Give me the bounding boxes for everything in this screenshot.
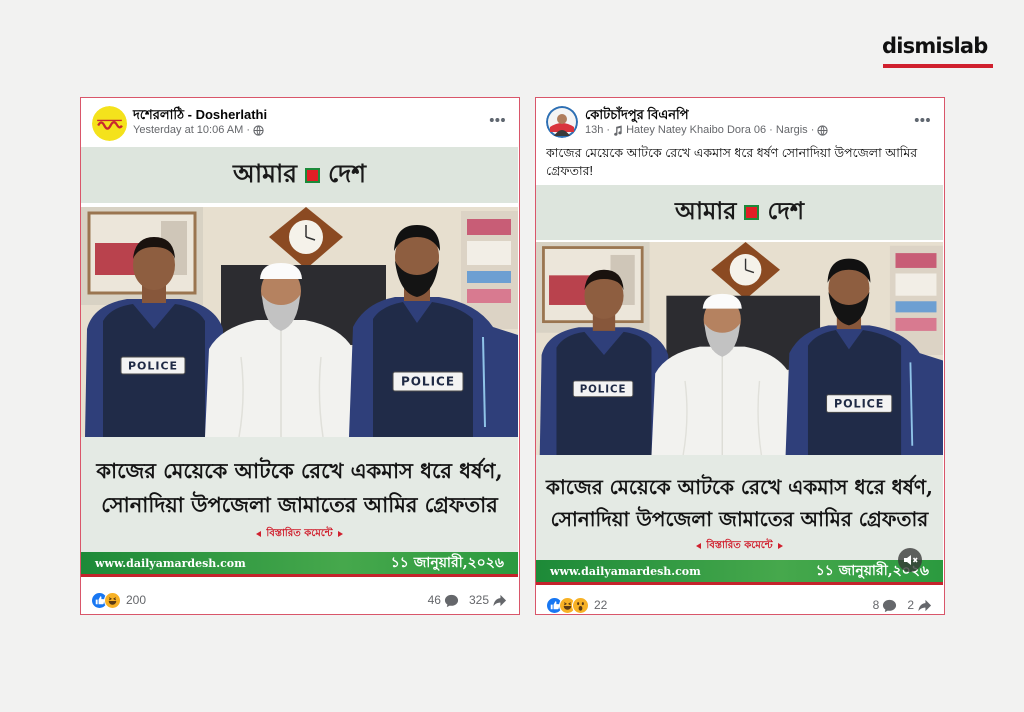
headline-line-1: কাজের মেয়েকে আটকে রেখে একমাস ধরে ধর্ষণ,: [96, 458, 503, 483]
news-caption: কাজের মেয়েকে আটকে রেখে একমাস ধরে ধর্ষণ,…: [536, 455, 943, 560]
headline-line-1: কাজের মেয়েকে আটকে রেখে একমাস ধরে ধর্ষণ,: [546, 475, 933, 499]
page-logo-icon: [92, 106, 127, 141]
post-timestamp[interactable]: 13h ·: [585, 124, 610, 136]
reaction-icons: [546, 596, 589, 614]
news-photo: POLICE POLICE: [81, 207, 518, 437]
post-footer: 22 8 2: [546, 594, 932, 614]
news-website: www.dailyamardesh.com: [550, 564, 701, 578]
comment-count[interactable]: 46: [428, 593, 459, 608]
more-options-icon[interactable]: [489, 118, 505, 122]
facebook-post-dosherlathi: দশেরলাঠি - Dosherlathi Yesterday at 10:0…: [80, 97, 520, 615]
share-count[interactable]: 325: [469, 593, 507, 608]
post-text: কাজের মেয়েকে আটকে রেখে একমাস ধরে ধর্ষণ …: [546, 146, 918, 178]
comment-icon: [883, 599, 897, 612]
logo-text: dismislab: [882, 34, 988, 58]
music-note-icon: [614, 124, 622, 136]
masthead-square-icon: [304, 167, 320, 183]
comment-icon: [444, 594, 459, 607]
comment-count[interactable]: 8: [873, 598, 898, 613]
newspaper-masthead: আমার দেশ: [81, 147, 518, 203]
police-patch-label: POLICE: [580, 385, 627, 396]
masthead-word-left: আমার: [674, 195, 737, 225]
logo-underline: [883, 64, 993, 68]
arrest-photo: POLICE POLICE: [81, 207, 518, 437]
engagement-stats: 8 2: [873, 598, 932, 613]
profile-photo-icon: [546, 106, 578, 138]
post-meta: Yesterday at 10:06 AM ·: [133, 124, 264, 136]
share-icon: [918, 599, 932, 611]
masthead-word-right: দেশ: [327, 158, 367, 188]
details-hint: বিস্তারিত কমেন্টে: [536, 539, 943, 553]
arrow-left-icon: [256, 531, 262, 537]
dismislab-logo: dismislab: [882, 34, 994, 70]
globe-icon: [253, 124, 264, 136]
facebook-post-kotchandpur-bnp: কোটচাঁদপুর বিএনপি 13h · Hatey Natey Khai…: [535, 97, 945, 615]
reactions-summary[interactable]: 22: [546, 596, 608, 614]
news-photo: POLICE POLICE: [536, 242, 943, 455]
post-audio-track[interactable]: Hatey Natey Khaibo Dora 06 · Nargis ·: [626, 124, 814, 136]
more-options-icon[interactable]: [914, 118, 930, 122]
masthead-word-left: আমার: [232, 158, 297, 188]
reaction-icons: [91, 591, 121, 609]
reaction-count: 22: [594, 598, 608, 612]
post-timestamp[interactable]: Yesterday at 10:06 AM ·: [133, 124, 250, 136]
page-avatar[interactable]: [92, 106, 127, 141]
news-card-image[interactable]: আমার দেশ POLICE POLICE কাজের মেয়েকে আটক…: [536, 185, 943, 586]
share-icon: [493, 594, 507, 606]
reactions-summary[interactable]: 200: [91, 591, 147, 609]
arrow-right-icon: [777, 543, 783, 549]
headline-line-2: সোনাদিয়া উপজেলা জামাতের আমির গ্রেফতার: [101, 492, 498, 517]
news-bottom-rule: [81, 574, 518, 577]
news-bottom-rule: [536, 582, 943, 585]
police-patch-label: POLICE: [128, 360, 178, 373]
wow-icon: [572, 596, 589, 614]
globe-icon: [817, 124, 829, 136]
masthead-square-icon: [744, 205, 760, 220]
details-hint: বিস্তারিত কমেন্টে: [81, 527, 518, 541]
news-date: ১১ জানুয়ারী,২০২৬: [390, 555, 504, 571]
share-count-value: 325: [468, 593, 489, 607]
share-count[interactable]: 2: [907, 598, 932, 613]
police-patch-label: POLICE: [401, 375, 455, 389]
mute-toggle-icon[interactable]: [898, 548, 922, 572]
news-footer-bar: www.dailyamardesh.com ১১ জানুয়ারী,২০২৬: [81, 552, 518, 574]
news-caption: কাজের মেয়েকে আটকে রেখে একমাস ধরে ধর্ষণ,…: [81, 437, 518, 552]
headline-line-2: সোনাদিয়া উপজেলা জামাতের আমির গ্রেফতার: [550, 507, 929, 531]
reaction-count: 200: [126, 593, 147, 607]
post-meta: 13h · Hatey Natey Khaibo Dora 06 · Nargi…: [585, 124, 829, 136]
news-website: www.dailyamardesh.com: [95, 556, 246, 570]
news-card-image[interactable]: আমার দেশ POLICE POLICE কাজের মেয়েকে আটক…: [81, 147, 518, 580]
masthead-word-right: দেশ: [767, 195, 805, 225]
share-count-value: 2: [907, 598, 914, 612]
news-footer-bar: www.dailyamardesh.com ১১ জানুয়ারী,২০২৬: [536, 560, 943, 582]
arrest-photo: POLICE POLICE: [536, 242, 943, 455]
arrow-left-icon: [696, 543, 702, 549]
post-footer: 200 46 325: [91, 589, 507, 611]
newspaper-masthead: আমার দেশ: [536, 185, 943, 240]
details-hint-text: বিস্তারিত কমেন্টে: [706, 539, 773, 551]
page-avatar[interactable]: [546, 106, 578, 138]
engagement-stats: 46 325: [428, 593, 507, 608]
police-patch-label: POLICE: [834, 397, 884, 410]
details-hint-text: বিস্তারিত কমেন্টে: [266, 527, 333, 539]
arrow-right-icon: [337, 531, 343, 537]
haha-icon: [104, 591, 121, 609]
comment-count-value: 8: [872, 598, 880, 612]
comment-count-value: 46: [427, 593, 441, 607]
